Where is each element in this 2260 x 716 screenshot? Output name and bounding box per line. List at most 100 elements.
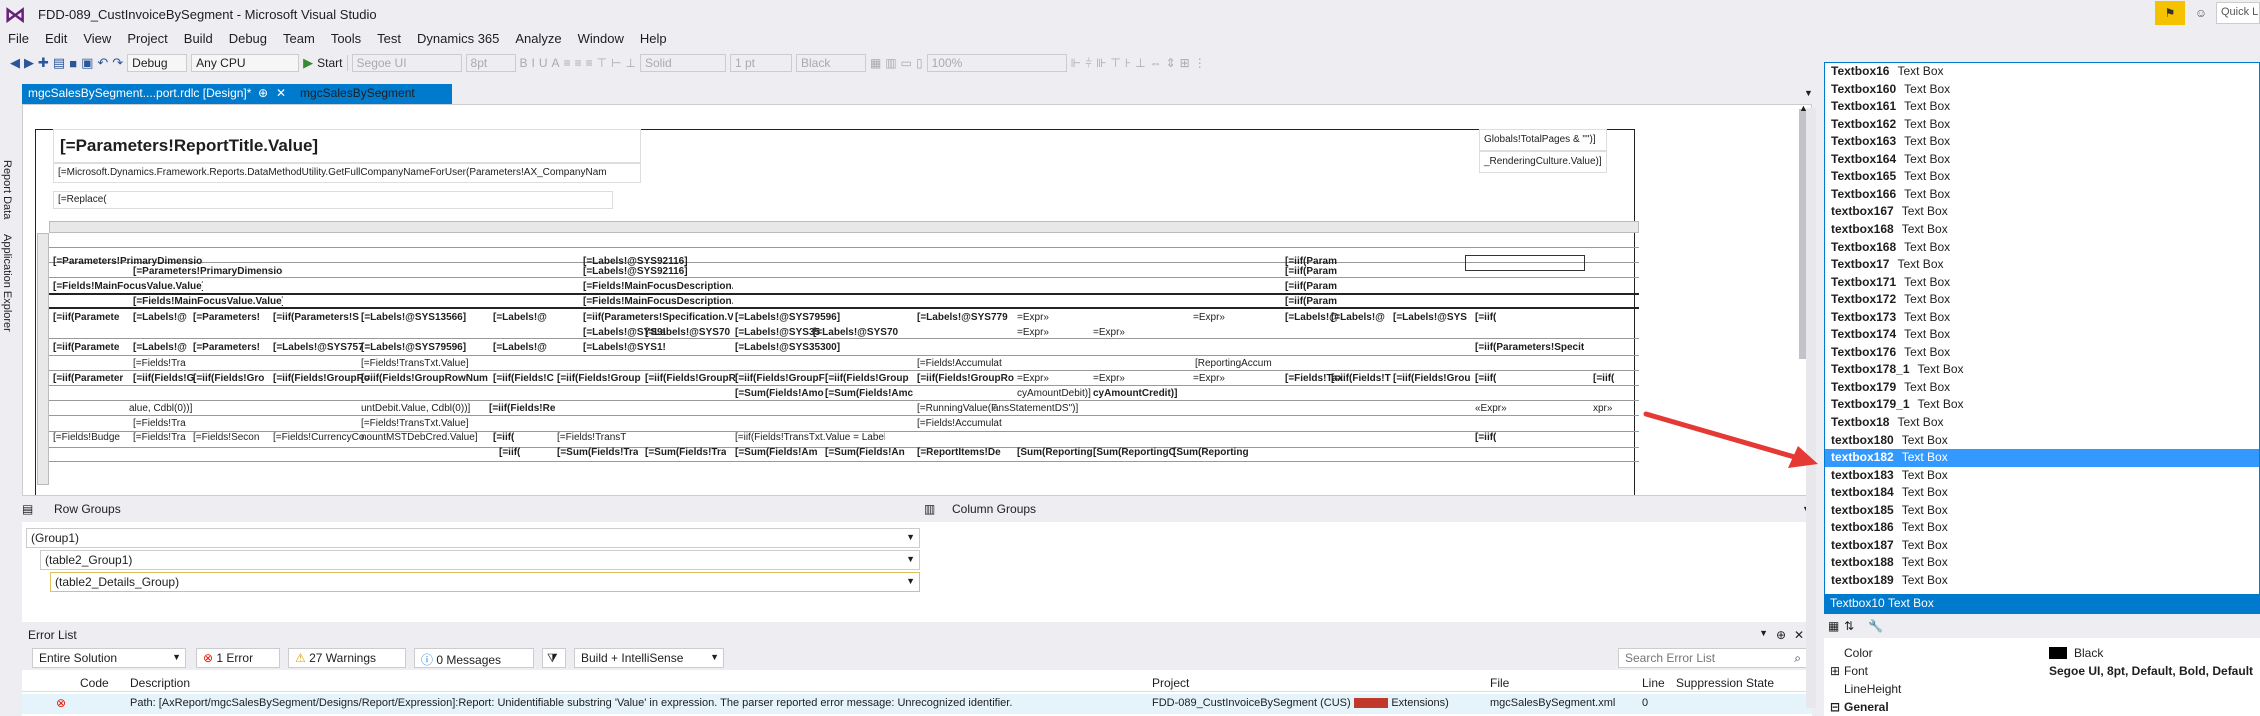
tablix-cell[interactable]: [=iif(Param [1285,265,1337,279]
tablix-cell[interactable]: [=iif(Fields!GroupRo [917,372,1014,386]
align-top-icon[interactable]: ⊤ [597,56,607,70]
tablix-cell[interactable]: [=Sum(Fields!Amo [735,387,824,401]
tablix-cell[interactable]: [=iif( [1475,311,1496,325]
tablix-cell[interactable]: [=iif( [1475,372,1496,386]
tablix-cell[interactable]: [=Sum(Fields!An [825,446,905,460]
tablix-cell[interactable]: [=iif(Fields!GroupRowNum [361,372,488,386]
tablix-cell[interactable]: [=Labels!@SYS35300] [735,341,840,355]
tablix-column-handles[interactable] [49,221,1639,233]
tablix-cell[interactable]: [=iif(Fields!GroupRo [273,372,370,386]
underline-icon[interactable]: U [539,56,548,70]
tablix-cell[interactable]: cyAmountDebit)] [1017,387,1091,401]
scope-dropdown-icon[interactable]: ▼ [172,652,181,662]
open-file-icon[interactable]: ▤ [53,55,65,71]
object-list-item[interactable]: Textbox172 Text Box [1825,291,2259,309]
object-list-item[interactable]: Textbox163 Text Box [1825,133,2259,151]
align-right-icon[interactable]: ≡ [586,56,593,70]
tablix-cell[interactable]: [=Sum(Fields!Am [735,446,818,460]
make-same-height-icon[interactable]: ⇕ [1166,56,1176,70]
pin-icon[interactable]: ⊕ [258,86,268,100]
menu-analyze[interactable]: Analyze [507,30,569,50]
menu-file[interactable]: File [0,30,37,50]
object-list-item[interactable]: textbox180 Text Box [1825,432,2259,450]
tablix-cell[interactable]: [=Sum(Fields!Tra [557,446,638,460]
tablix-cell[interactable]: [=iif(Parameters!Specification.Valu [583,311,733,325]
background-color-icon[interactable]: ▥ [885,56,896,70]
col-file[interactable]: File [1490,676,1509,690]
tablix-cell[interactable]: [=iif(Fields!GroupF [735,372,825,386]
forward-icon[interactable]: ▶ [24,55,34,71]
tablix-cell[interactable]: [=ReportItems!De [917,446,1001,460]
row-group-dropdown-icon[interactable]: ▼ [906,532,915,542]
object-list-item[interactable]: textbox189 Text Box [1825,572,2259,590]
tablix-cell[interactable]: [=iif(Param [1285,295,1337,309]
menu-build[interactable]: Build [176,30,221,50]
tablix-cell[interactable]: [=Fields!TransTxt.Value] [361,417,469,431]
row-group-item[interactable]: (table2_Details_Group) ▼ [50,572,920,592]
align-left-icon[interactable]: ≡ [564,56,571,70]
col-project[interactable]: Project [1152,676,1189,690]
tablix-cell[interactable]: [=Labels!@ [493,311,547,325]
company-name-textbox[interactable]: [=Microsoft.Dynamics.Framework.Reports.D… [53,163,641,183]
tab-report-data[interactable]: Report Data [1,160,13,219]
tablix-cell[interactable]: [=Fields!CurrencyCo [273,431,364,445]
tablix-cell[interactable]: [=Labels!@SYS35 [735,326,820,340]
start-button[interactable]: Start [317,56,342,70]
tablix-cell[interactable]: [=iif(Fields!Group [557,372,641,386]
tablix-cell[interactable]: «Expr» [1475,402,1507,416]
split-cells-icon[interactable]: ▯ [916,56,923,70]
menu-window[interactable]: Window [570,30,632,50]
tablix-cell[interactable]: [=iif(Fields!TransTxt.Value = Labels!@ [735,431,885,445]
tablix-cell[interactable]: [=Sum(Fields!Amc [825,387,913,401]
row-group-item[interactable]: (Group1) ▼ [26,528,920,548]
tablix-cell[interactable]: [=Labels!@ [133,341,187,355]
tablix-cell[interactable]: [=Parameters! [193,311,260,325]
object-list-item[interactable]: Textbox174 Text Box [1825,326,2259,344]
object-list-item[interactable]: Textbox160 Text Box [1825,81,2259,99]
tablix-cell[interactable]: [=Fields!Secon [193,431,259,445]
tablix-cell[interactable]: ansStatementDS")] [993,402,1078,416]
tablix-cell[interactable]: xpr» [1593,402,1612,416]
tablix-cell[interactable]: [=Labels!@SYS92116] [583,265,688,279]
object-list-item[interactable]: Textbox179 Text Box [1825,379,2259,397]
tablix-cell[interactable]: [=Labels!@SYS79596] [735,311,840,325]
tablix-cell[interactable]: [=Labels!@SYS70 [813,326,898,340]
bold-icon[interactable]: B [520,56,528,70]
messages-filter-button[interactable]: ⓘ 0 Messages [414,648,534,668]
tablix-cell[interactable]: [=Labels!@ [1331,311,1385,325]
menu-test[interactable]: Test [369,30,409,50]
tablix-cell[interactable]: [=Fields!MainFocusValue.Value] [53,280,203,294]
tablix-cell[interactable]: =Expr» [1193,311,1225,325]
tablix-cell[interactable]: [=iif(Fields!T [1331,372,1391,386]
align-tops-icon[interactable]: ⊤ [1110,56,1120,70]
align-bottoms-icon[interactable]: ⊥ [1135,56,1145,70]
object-list-item[interactable]: textbox168 Text Box [1825,221,2259,239]
tablix-cell[interactable]: [=Fields!Budge [53,431,120,445]
quick-launch-input[interactable]: Quick L [2216,2,2260,24]
tablix-cell[interactable]: [=Fields!Accumulat [917,417,1002,431]
report-designer-surface[interactable]: [=Parameters!ReportTitle.Value] [=Micros… [22,104,1812,496]
properties-object-selector[interactable]: Textbox10 Text Box [1824,594,2260,614]
tab-sales-by-segment[interactable]: mgcSalesBySegment [294,84,454,104]
build-source-select[interactable]: Build + IntelliSense ▼ [574,648,724,668]
make-same-size-icon[interactable]: ⊞ [1180,56,1190,70]
object-list-item[interactable]: Textbox171 Text Box [1825,274,2259,292]
align-lefts-icon[interactable]: ⊩ [1071,56,1081,70]
object-list-item[interactable]: Textbox166 Text Box [1825,186,2259,204]
font-color-icon[interactable]: A [552,56,560,70]
object-list-item[interactable]: textbox182 Text Box [1825,449,2259,467]
tablix-cell[interactable]: =Expr» [1193,372,1225,386]
tablix-cell[interactable]: cyAmountCredit)] [1093,387,1177,401]
object-list-item[interactable]: Textbox17 Text Box [1825,256,2259,274]
object-list-item[interactable]: Textbox179_1 Text Box [1825,396,2259,414]
tablix-cell[interactable]: =Expr» [1017,326,1049,340]
property-pages-icon[interactable]: 🔧 [1868,619,1883,633]
tablix-cell[interactable]: [=iif(Fields!Re [489,402,555,416]
tablix-cell[interactable]: [=iif(Fields!Gro [193,372,264,386]
tab-application-explorer[interactable]: Application Explorer [1,234,13,332]
tablix-cell[interactable]: [=iif(Parameter [53,372,123,386]
property-lineheight-row[interactable]: LineHeight [1824,680,2260,698]
platform-select[interactable]: Any CPU [191,54,300,72]
new-project-icon[interactable]: ✚ [38,55,49,71]
tab-overflow-icon[interactable]: ▼ [1804,88,1813,98]
